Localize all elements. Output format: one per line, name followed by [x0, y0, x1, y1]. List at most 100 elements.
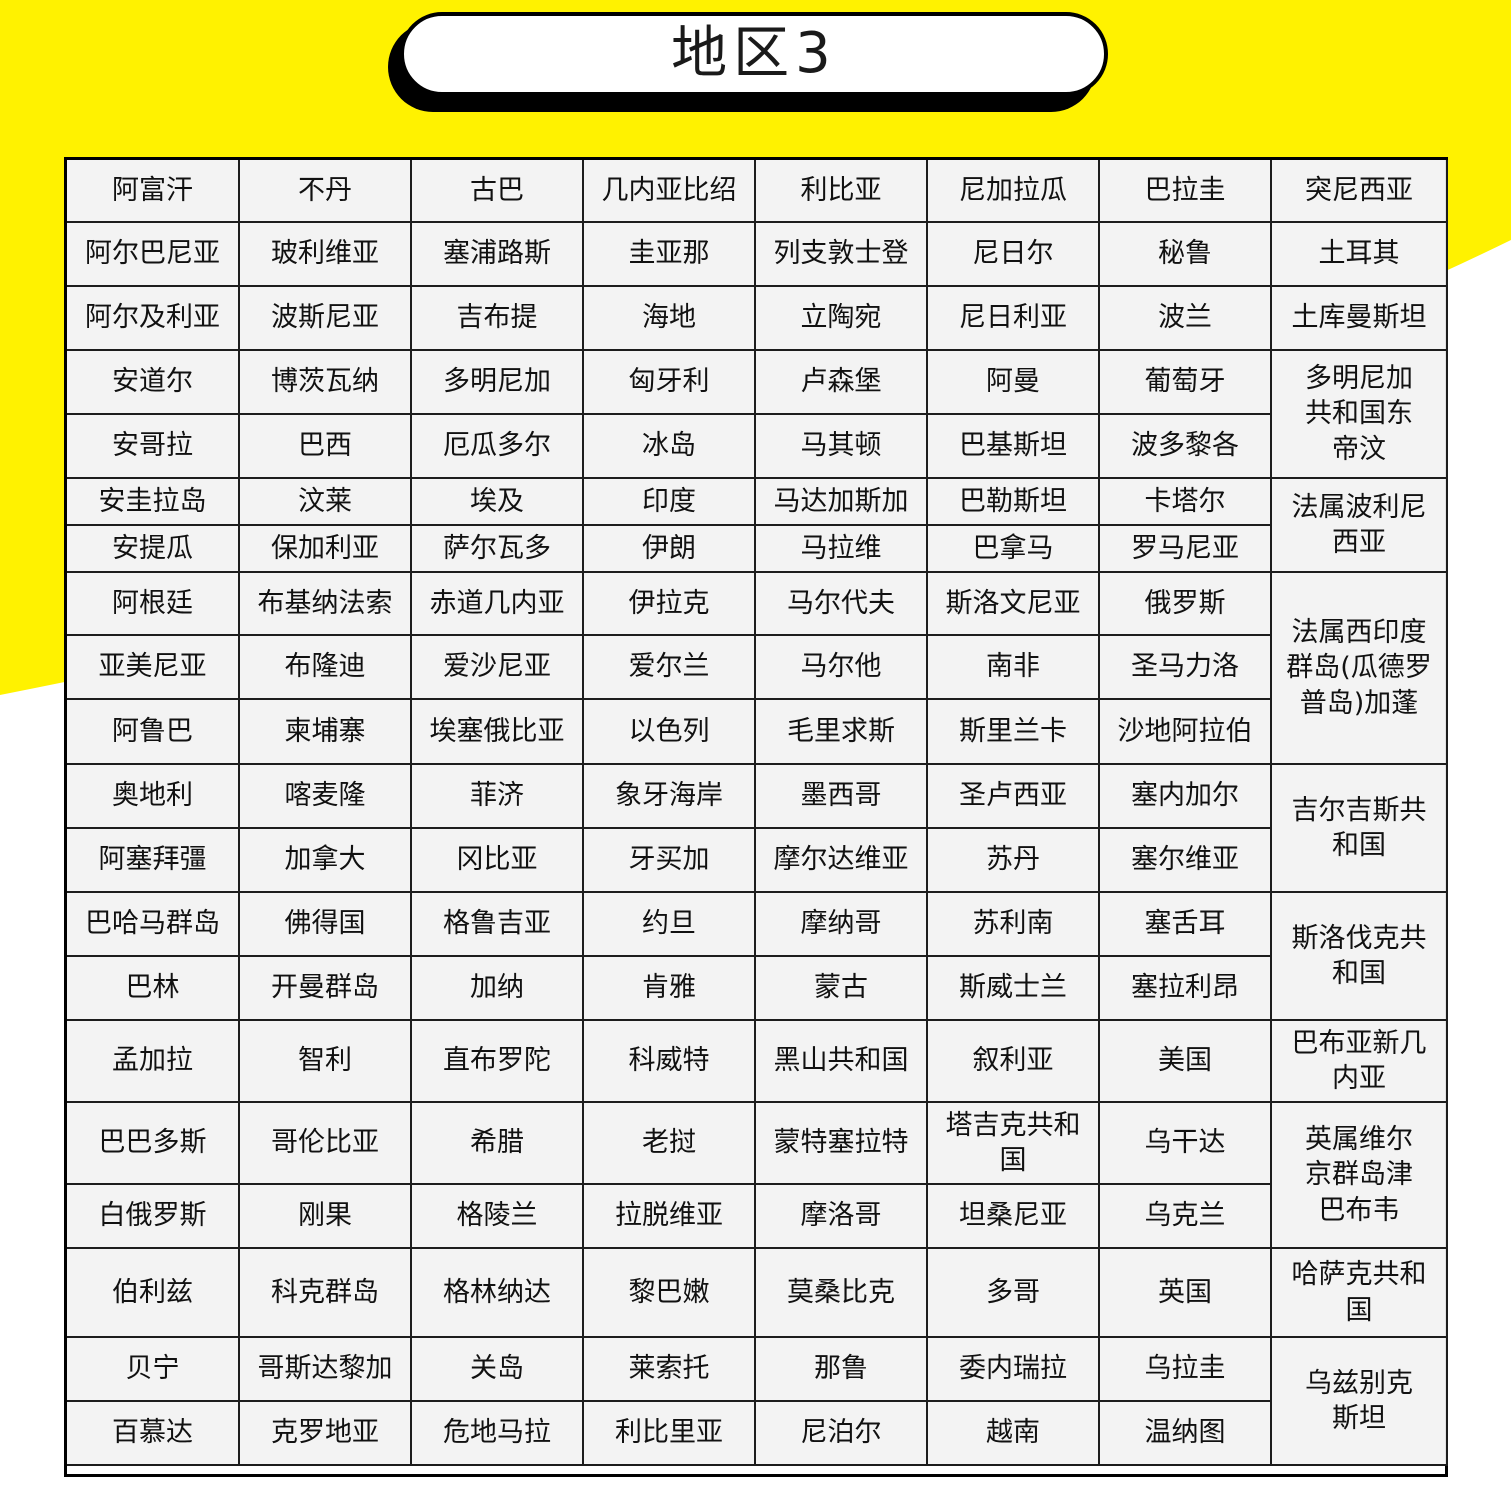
table-cell: 博茨瓦纳: [240, 351, 412, 415]
table-cell: 马达加斯加: [756, 479, 928, 526]
table-cell: 苏利南: [928, 893, 1100, 957]
table-cell: 卢森堡: [756, 351, 928, 415]
table-cell: 乌克兰: [1100, 1185, 1272, 1249]
table-cell: 安提瓜: [67, 526, 240, 573]
table-cell: 阿尔巴尼亚: [67, 223, 240, 287]
table-cell: 罗马尼亚: [1100, 526, 1272, 573]
table-cell: 老挝: [584, 1103, 756, 1185]
table-cell: 巴基斯坦: [928, 415, 1100, 479]
table-cell: 肯雅: [584, 957, 756, 1021]
table-cell: 危地马拉: [412, 1402, 584, 1466]
table-cell: 尼加拉瓜: [928, 160, 1100, 223]
table-cell: 斯里兰卡: [928, 700, 1100, 765]
table-cell: 埃塞俄比亚: [412, 700, 584, 765]
table-cell: 直布罗陀: [412, 1021, 584, 1103]
table-cell: 列支敦士登: [756, 223, 928, 287]
table-cell: 伊朗: [584, 526, 756, 573]
table-cell: 贝宁: [67, 1338, 240, 1402]
table-cell: 哥斯达黎加: [240, 1338, 412, 1402]
table-cell: 关岛: [412, 1338, 584, 1402]
table-cell: 莫桑比克: [756, 1249, 928, 1338]
table-cell: 伯利兹: [67, 1249, 240, 1338]
table-cell: 黎巴嫩: [584, 1249, 756, 1338]
table-cell: 尼日利亚: [928, 287, 1100, 351]
table-cell: 希腊: [412, 1103, 584, 1185]
table-cell: 莱索托: [584, 1338, 756, 1402]
table-cell: 布隆迪: [240, 636, 412, 700]
table-cell: 突尼西亚: [1272, 160, 1448, 223]
table-cell: 土耳其: [1272, 223, 1448, 287]
table-cell: 那鲁: [756, 1338, 928, 1402]
table-cell: 保加利亚: [240, 526, 412, 573]
table-cell: 英属维尔京群岛津巴布韦: [1272, 1103, 1448, 1249]
table-cell: 叙利亚: [928, 1021, 1100, 1103]
table-cell: 以色列: [584, 700, 756, 765]
table-cell: 阿尔及利亚: [67, 287, 240, 351]
table-cell: 拉脱维亚: [584, 1185, 756, 1249]
table-cell: 安道尔: [67, 351, 240, 415]
table-cell: 塞尔维亚: [1100, 829, 1272, 893]
table-cell: 百慕达: [67, 1402, 240, 1466]
table-cell: 巴拉圭: [1100, 160, 1272, 223]
table-cell: 摩纳哥: [756, 893, 928, 957]
table-cell: 圣马力洛: [1100, 636, 1272, 700]
table-cell: 英国: [1100, 1249, 1272, 1338]
table-cell: 摩洛哥: [756, 1185, 928, 1249]
table-cell: 几内亚比绍: [584, 160, 756, 223]
table-cell: 土库曼斯坦: [1272, 287, 1448, 351]
table-cell: 巴哈马群岛: [67, 893, 240, 957]
table-cell: 乌兹别克斯坦: [1272, 1338, 1448, 1466]
table-cell: 马其顿: [756, 415, 928, 479]
table-cell: 波兰: [1100, 287, 1272, 351]
table-cell: 象牙海岸: [584, 765, 756, 829]
table-cell: 巴布亚新几内亚: [1272, 1021, 1448, 1103]
table-cell: 多明尼加: [412, 351, 584, 415]
table-cell: 阿塞拜彊: [67, 829, 240, 893]
table-cell: 格林纳达: [412, 1249, 584, 1338]
table-cell: 尼泊尔: [756, 1402, 928, 1466]
table-cell: 尼日尔: [928, 223, 1100, 287]
table-cell: 阿曼: [928, 351, 1100, 415]
table-cell: 乌拉圭: [1100, 1338, 1272, 1402]
table-cell: 葡萄牙: [1100, 351, 1272, 415]
table-cell: 科威特: [584, 1021, 756, 1103]
table-cell: 孟加拉: [67, 1021, 240, 1103]
table-cell: 美国: [1100, 1021, 1272, 1103]
table-cell: 蒙特塞拉特: [756, 1103, 928, 1185]
table-cell: 秘鲁: [1100, 223, 1272, 287]
table-cell: 马尔代夫: [756, 573, 928, 636]
table-cell: 法属波利尼西亚: [1272, 479, 1448, 573]
table-cell: 白俄罗斯: [67, 1185, 240, 1249]
table-cell: 波多黎各: [1100, 415, 1272, 479]
table-cell: 哈萨克共和国: [1272, 1249, 1448, 1338]
table-cell: 摩尔达维亚: [756, 829, 928, 893]
table-cell: 法属西印度群岛(瓜德罗普岛)加蓬: [1272, 573, 1448, 765]
table-cell: 塔吉克共和国: [928, 1103, 1100, 1185]
table-cell: 蒙古: [756, 957, 928, 1021]
table-cell: 刚果: [240, 1185, 412, 1249]
table-cell: 毛里求斯: [756, 700, 928, 765]
table-cell: 布基纳法索: [240, 573, 412, 636]
table-cell: 斯洛文尼亚: [928, 573, 1100, 636]
table-cell: 阿富汗: [67, 160, 240, 223]
table-cell: 开曼群岛: [240, 957, 412, 1021]
title-banner: 地区3: [400, 12, 1108, 96]
table-cell: 匈牙利: [584, 351, 756, 415]
table-cell: 墨西哥: [756, 765, 928, 829]
table-cell: 印度: [584, 479, 756, 526]
table-cell: 萨尔瓦多: [412, 526, 584, 573]
table-cell: 不丹: [240, 160, 412, 223]
table-cell: 智利: [240, 1021, 412, 1103]
table-cell: 古巴: [412, 160, 584, 223]
table-cell: 菲济: [412, 765, 584, 829]
table-cell: 约旦: [584, 893, 756, 957]
table-cell: 马尔他: [756, 636, 928, 700]
table-cell: 安哥拉: [67, 415, 240, 479]
table-cell: 巴拿马: [928, 526, 1100, 573]
table-cell: 厄瓜多尔: [412, 415, 584, 479]
table-cell: 巴西: [240, 415, 412, 479]
table-cell: 巴林: [67, 957, 240, 1021]
table-cell: 圣卢西亚: [928, 765, 1100, 829]
table-cell: 冰岛: [584, 415, 756, 479]
table-cell: 坦桑尼亚: [928, 1185, 1100, 1249]
